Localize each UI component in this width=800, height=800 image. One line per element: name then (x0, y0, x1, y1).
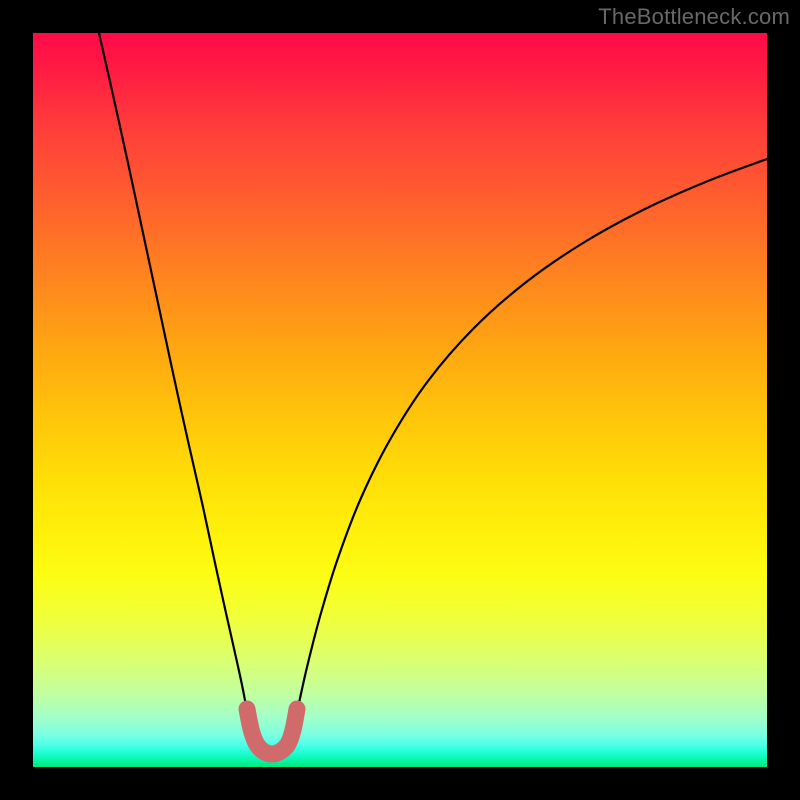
curves-svg (33, 33, 767, 767)
series-left-descending-curve (99, 33, 251, 733)
watermark-text: TheBottleneck.com (598, 4, 790, 30)
series-group (99, 33, 767, 754)
plot-area (33, 33, 767, 767)
chart-frame: TheBottleneck.com (0, 0, 800, 800)
series-right-ascending-curve (293, 159, 767, 733)
series-bottom-u-highlight (247, 709, 297, 754)
